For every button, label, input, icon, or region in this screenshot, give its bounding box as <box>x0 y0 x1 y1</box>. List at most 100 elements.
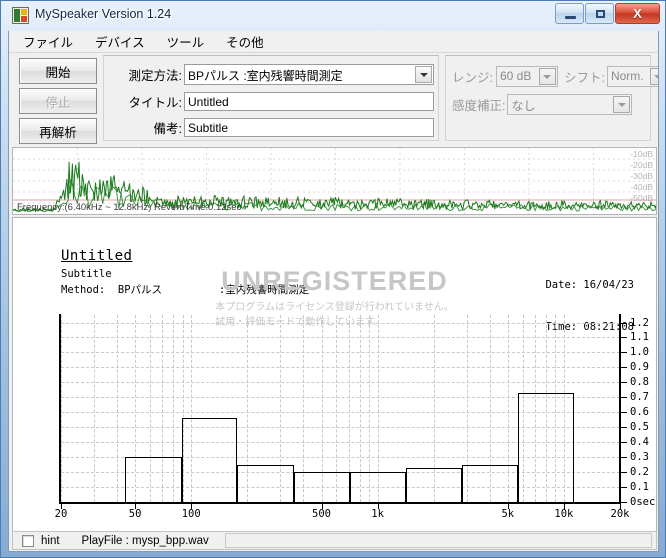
menu-item-device[interactable]: デバイス <box>93 31 147 52</box>
method-value: BPパルス :室内残響時間測定 <box>188 69 343 83</box>
window-controls: X <box>554 3 660 25</box>
title-bar: MySpeaker Version 1.24 X <box>1 1 665 31</box>
chart-y-tick <box>620 472 627 474</box>
chart-y-tick-label: 0.7 <box>630 391 649 404</box>
chevron-down-icon[interactable] <box>415 66 432 83</box>
range-value: 60 dB <box>499 69 532 83</box>
chevron-down-icon[interactable] <box>649 68 658 85</box>
chart-y-tick-label: 0.3 <box>630 451 649 464</box>
close-button[interactable]: X <box>615 3 660 24</box>
chart-y-tick-label: 0.9 <box>630 361 649 374</box>
client-area: ファイル デバイス ツール その他 開始 停止 再解析 測定方法: BPパルス … <box>8 31 659 552</box>
chart-y-tick <box>620 352 627 354</box>
sensitivity-row: 感度補正: なし <box>452 94 633 115</box>
spectrum-display[interactable]: -10dB -20dB -30dB -40dB -50dB Frequency:… <box>12 147 657 215</box>
toolbar: 開始 停止 再解析 測定方法: BPパルス :室内残響時間測定 タイトル: Un… <box>9 53 658 148</box>
chart-y-tick <box>620 382 627 384</box>
watermark-line-1: 本プログラムはライセンス登録が行われていません。 <box>215 302 454 313</box>
method-label: 測定方法: <box>128 69 182 83</box>
chevron-down-icon[interactable] <box>613 96 631 113</box>
minimize-icon <box>565 16 576 19</box>
chart-y-tick-label: 1.1 <box>630 331 649 344</box>
chart-y-tick-label: 0.1 <box>630 481 649 493</box>
hint-checkbox[interactable] <box>22 534 34 547</box>
chart-y-tick-label: 0.4 <box>630 436 649 449</box>
stop-button[interactable]: 停止 <box>19 88 97 114</box>
chart-bar <box>293 472 350 502</box>
chart-y-tick <box>620 337 627 339</box>
spectrum-db-label: -10dB <box>630 149 653 159</box>
range-row: レンジ: 60 dB シフト: Norm. <box>452 66 658 87</box>
chart-x-tick-label: 5k <box>501 508 515 520</box>
sensitivity-value: なし <box>511 99 536 113</box>
maximize-button[interactable] <box>585 3 614 24</box>
spectrum-db-label: -40dB <box>630 182 653 192</box>
start-button[interactable]: 開始 <box>19 58 97 84</box>
range-label: レンジ: <box>452 71 493 85</box>
method-row: 測定方法: BPパルス :室内残響時間測定 <box>110 64 434 85</box>
sensitivity-combobox[interactable]: なし <box>507 94 633 115</box>
method-combobox[interactable]: BPパルス :室内残響時間測定 <box>184 64 434 85</box>
sensitivity-label: 感度補正: <box>452 99 506 113</box>
chart-x-tick-label: 500 <box>312 508 331 520</box>
spectrum-footer-text: Frequency:(6.40kHz ~ 12.8kHz) ReverbTime… <box>17 202 242 213</box>
shift-label: シフト: <box>563 71 605 85</box>
shift-value: Norm. <box>610 69 644 83</box>
application-window: MySpeaker Version 1.24 X ファイル デバイス ツール そ… <box>0 0 666 558</box>
title-label: タイトル: <box>128 96 182 110</box>
chart-y-tick <box>620 322 627 324</box>
chart-axis-bottom <box>59 502 621 504</box>
chart-y-tick <box>620 367 627 369</box>
chart-bar <box>462 464 519 502</box>
reverb-time-chart[interactable]: 0sec 0.1 0.2 0.3 0.4 0.5 0.6 0.7 0.8 0.9 1.0 1.1 1.2… <box>55 314 655 520</box>
settings-group: レンジ: 60 dB シフト: Norm. 感度補正: なし <box>445 55 658 141</box>
minimize-button[interactable] <box>555 3 584 24</box>
shift-combobox[interactable]: Norm. <box>606 66 658 87</box>
chart-gridline-h <box>61 382 620 384</box>
title-input[interactable]: Untitled <box>184 92 434 111</box>
chart-y-tick <box>620 397 627 399</box>
chart-y-tick <box>620 427 627 429</box>
menu-bar: ファイル デバイス ツール その他 <box>9 31 658 53</box>
chevron-down-icon[interactable] <box>538 68 556 85</box>
menu-item-file[interactable]: ファイル <box>21 31 75 52</box>
hint-label: hint <box>41 534 60 547</box>
spectrum-db-label: -50dB <box>630 193 653 203</box>
chart-x-tick-label: 10k <box>554 508 574 520</box>
chart-gridline-v <box>61 315 62 502</box>
transport-buttons: 開始 停止 再解析 <box>19 58 97 148</box>
chart-y-tick-label: 1.2 <box>630 316 649 329</box>
chart-gridline-h <box>61 337 620 339</box>
note-label: 備考: <box>153 122 182 136</box>
spectrum-db-label: -20dB <box>630 160 653 170</box>
chart-y-tick <box>620 457 627 459</box>
chart-y-tick-label: 0sec <box>630 496 656 508</box>
reanalyze-button[interactable]: 再解析 <box>19 118 97 144</box>
chart-bar <box>406 467 463 502</box>
menu-item-tools[interactable]: ツール <box>165 31 207 52</box>
chart-gridline-h <box>61 352 620 354</box>
chart-x-tick-label: 20 <box>54 508 68 520</box>
maximize-icon <box>596 10 605 18</box>
range-combobox[interactable]: 60 dB <box>495 66 558 87</box>
report-panel[interactable]: Untitled Subtitle Method: BPパルス :室内残響時間測… <box>12 217 657 547</box>
chart-x-tick-label: 100 <box>181 508 201 520</box>
chart-bar <box>349 472 406 502</box>
playfile-label: PlayFile : mysp_bpp.wav <box>81 534 209 547</box>
chart-y-tick-label: 0.6 <box>630 406 649 419</box>
chart-bar <box>237 464 294 502</box>
note-input[interactable]: Subtitle <box>184 118 434 137</box>
chart-y-tick <box>620 442 627 444</box>
chart-bar <box>518 392 575 502</box>
chart-bar <box>181 418 238 502</box>
chart-x-tick-label: 1k <box>371 508 384 520</box>
menu-item-other[interactable]: その他 <box>224 31 266 52</box>
report-subtitle: Subtitle <box>61 268 112 280</box>
report-title: Untitled <box>61 248 133 264</box>
note-row: 備考: Subtitle <box>110 118 434 137</box>
window-frame: MySpeaker Version 1.24 X ファイル デバイス ツール そ… <box>0 0 666 558</box>
chart-y-tick-label: 0.5 <box>630 421 649 434</box>
chart-x-tick-label: 20k <box>610 508 630 520</box>
chart-y-tick <box>620 487 627 488</box>
window-title: MySpeaker Version 1.24 <box>35 7 172 21</box>
